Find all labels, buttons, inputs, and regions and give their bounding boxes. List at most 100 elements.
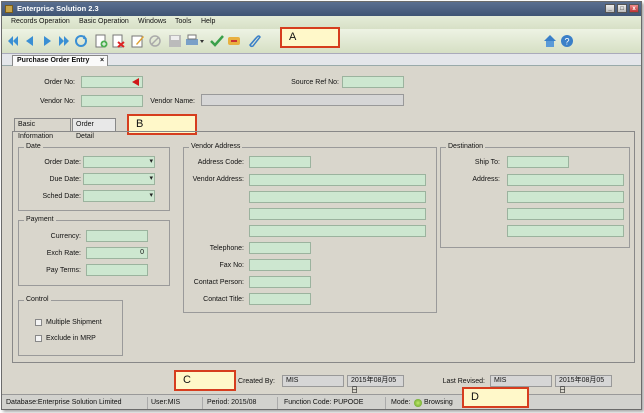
destination-address-line-2[interactable] <box>507 191 624 203</box>
previous-record-icon[interactable] <box>23 34 37 48</box>
destination-address-line-4[interactable] <box>507 225 624 237</box>
status-mode-label: Mode: <box>391 399 411 406</box>
callout-d: D <box>462 387 529 408</box>
destination-group: Destination Ship To: Address: <box>440 143 630 248</box>
add-record-icon[interactable] <box>94 34 108 48</box>
tab-order-detail[interactable]: Order Detail <box>72 118 116 140</box>
vendor-no-field[interactable] <box>81 95 143 107</box>
telephone-field[interactable] <box>249 242 311 254</box>
currency-field[interactable] <box>86 230 148 242</box>
due-date-picker[interactable] <box>83 173 155 185</box>
destination-group-title: Destination <box>446 143 486 150</box>
source-ref-field[interactable] <box>342 76 404 88</box>
order-no-required-icon <box>132 78 140 88</box>
attachment-icon[interactable] <box>247 34 261 48</box>
vendor-address-line-4[interactable] <box>249 225 426 237</box>
refresh-icon[interactable] <box>74 34 88 48</box>
control-group-title: Control <box>24 296 51 303</box>
unapprove-icon[interactable] <box>227 34 241 48</box>
status-separator <box>385 397 386 409</box>
edit-record-icon[interactable] <box>131 34 145 48</box>
vendor-address-group-title: Vendor Address <box>189 143 243 150</box>
payment-group-title: Payment <box>24 216 56 223</box>
save-icon[interactable] <box>168 34 182 48</box>
status-database: Database:Enterprise Solution Limited <box>6 399 122 406</box>
last-revised-date-field: 2015年08月05日 <box>555 375 612 394</box>
order-date-picker[interactable] <box>83 156 155 168</box>
exch-rate-label: Exch Rate: <box>46 250 81 257</box>
contact-title-field[interactable] <box>249 293 311 305</box>
ship-to-field[interactable] <box>507 156 569 168</box>
contact-title-label: Contact Title: <box>203 296 244 303</box>
callout-a: A <box>280 27 340 48</box>
title-bar: Enterprise Solution 2.3 _ □ x <box>2 2 641 16</box>
due-date-label: Due Date: <box>49 176 81 183</box>
maximize-button[interactable]: □ <box>617 4 627 13</box>
cancel-icon[interactable] <box>148 34 162 48</box>
first-record-icon[interactable] <box>6 34 20 48</box>
next-record-icon[interactable] <box>40 34 54 48</box>
pay-terms-field[interactable] <box>86 264 148 276</box>
delete-record-icon[interactable] <box>111 34 125 48</box>
address-code-field[interactable] <box>249 156 311 168</box>
vendor-address-line-1[interactable] <box>249 174 426 186</box>
payment-group: Payment Currency: Exch Rate: 0 Pay Terms… <box>18 216 170 286</box>
fax-no-label: Fax No: <box>219 262 244 269</box>
destination-address-line-1[interactable] <box>507 174 624 186</box>
contact-person-label: Contact Person: <box>193 279 244 286</box>
exch-rate-field[interactable]: 0 <box>86 247 148 259</box>
vendor-name-field <box>201 94 404 106</box>
address-code-label: Address Code: <box>197 159 244 166</box>
created-date-field: 2015年08月05日 <box>347 375 404 394</box>
vendor-address-line-3[interactable] <box>249 208 426 220</box>
basic-information-panel: Date Order Date: Due Date: Sched Date: P… <box>12 131 635 363</box>
menu-basic-operation[interactable]: Basic Operation <box>79 18 129 25</box>
status-user: User:MIS <box>151 399 181 406</box>
vendor-address-line-2[interactable] <box>249 191 426 203</box>
multiple-shipment-checkbox[interactable] <box>35 319 42 326</box>
contact-person-field[interactable] <box>249 276 311 288</box>
callout-c: C <box>174 370 236 391</box>
minimize-button[interactable]: _ <box>605 4 615 13</box>
document-tab-label: Purchase Order Entry <box>17 57 90 64</box>
close-button[interactable]: x <box>629 4 639 13</box>
tab-basic-information[interactable]: Basic Information <box>14 118 71 140</box>
ship-to-label: Ship To: <box>474 159 500 166</box>
browsing-indicator-icon <box>414 399 422 407</box>
menu-tools[interactable]: Tools <box>175 18 191 25</box>
vendor-name-label: Vendor Name: <box>150 98 195 105</box>
fax-no-field[interactable] <box>249 259 311 271</box>
document-tab-strip: Purchase Order Entry × <box>2 54 641 66</box>
control-group: Control Multiple Shipment Exclude in MRP <box>18 296 123 356</box>
approve-icon[interactable] <box>210 34 224 48</box>
menu-windows[interactable]: Windows <box>138 18 166 25</box>
sched-date-picker[interactable] <box>83 190 155 202</box>
app-icon <box>5 5 13 13</box>
last-record-icon[interactable] <box>57 34 71 48</box>
home-icon[interactable] <box>543 34 557 48</box>
destination-address-line-3[interactable] <box>507 208 624 220</box>
tab-purchase-order-entry[interactable]: Purchase Order Entry × <box>12 55 108 66</box>
created-by-label: Created By: <box>238 378 275 385</box>
last-revised-by-field: MIS <box>490 375 552 387</box>
print-icon[interactable] <box>185 34 205 48</box>
menu-help[interactable]: Help <box>201 18 215 25</box>
app-window: Enterprise Solution 2.3 _ □ x Records Op… <box>1 1 642 410</box>
multiple-shipment-label: Multiple Shipment <box>46 319 102 326</box>
vendor-address-label: Vendor Address: <box>192 176 244 183</box>
telephone-label: Telephone: <box>209 245 244 252</box>
date-group-title: Date <box>24 143 43 150</box>
status-separator <box>147 397 148 409</box>
exclude-mrp-checkbox[interactable] <box>35 335 42 342</box>
pay-terms-label: Pay Terms: <box>46 267 81 274</box>
created-by-field: MIS <box>282 375 344 387</box>
last-revised-label: Last Revised: <box>442 378 485 385</box>
menu-records-operation[interactable]: Records Operation <box>11 18 70 25</box>
order-date-label: Order Date: <box>44 159 81 166</box>
svg-text:?: ? <box>565 37 570 47</box>
help-icon[interactable]: ? <box>560 34 574 48</box>
source-ref-label: Source Ref No: <box>291 79 339 86</box>
sched-date-label: Sched Date: <box>42 193 81 200</box>
status-function-code: Function Code: PUPOOE <box>284 399 364 406</box>
close-tab-icon[interactable]: × <box>100 56 104 66</box>
